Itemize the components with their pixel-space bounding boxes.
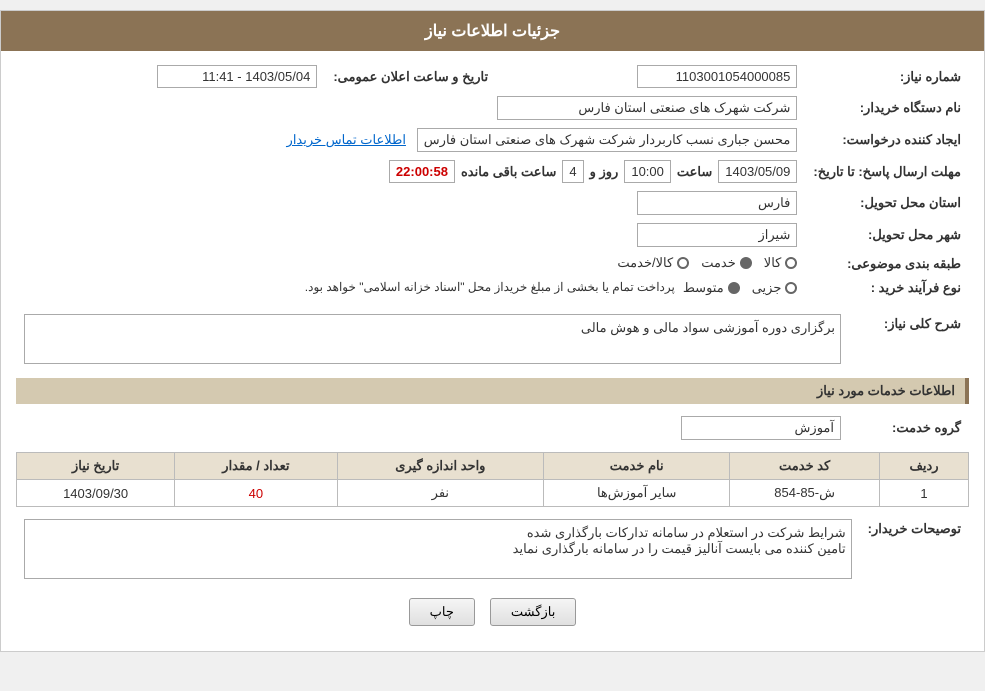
need-description-box: برگزاری دوره آموزشی سواد مالی و هوش مالی	[24, 314, 841, 364]
creator-box: محسن جباری نسب کاربردار شرکت شهرک های صن…	[417, 128, 798, 152]
province-label: استان محل تحویل:	[805, 187, 969, 219]
creator-link[interactable]: اطلاعات تماس خریدار	[287, 132, 406, 147]
cell-row-num: 1	[880, 480, 969, 507]
purchase-motavaset-item[interactable]: متوسط	[683, 280, 740, 296]
city-value: شیراز	[496, 219, 805, 251]
deadline-remaining-label: ساعت باقی مانده	[461, 164, 556, 180]
title-text: جزئیات اطلاعات نیاز	[425, 23, 560, 40]
services-table-header-row: ردیف کد خدمت نام خدمت واحد اندازه گیری ت…	[17, 453, 969, 480]
category-kala-label: کالا	[764, 255, 782, 271]
province-row: استان محل تحویل: فارس	[16, 187, 969, 219]
city-box: شیراز	[637, 223, 797, 247]
col-unit: واحد اندازه گیری	[337, 453, 544, 480]
category-khadamat-radio	[740, 257, 752, 269]
category-kala-item[interactable]: کالا	[764, 255, 798, 271]
buyer-notes-label: توصیحات خریدار:	[860, 515, 969, 583]
info-table: شماره نیاز: 1103001054000085 تاریخ و ساع…	[16, 61, 969, 300]
buyer-org-value: شرکت شهرک های صنعتی استان فارس	[16, 92, 805, 124]
deadline-days-label: روز و	[590, 164, 619, 180]
table-row: 1 ش-85-854 سایر آموزش‌ها نفر 40 1403/09/…	[17, 480, 969, 507]
cell-quantity: 40	[175, 480, 337, 507]
need-number-value: 1103001054000085	[496, 61, 805, 92]
cell-date: 1403/09/30	[17, 480, 175, 507]
service-group-box: آموزش	[681, 416, 841, 440]
buyer-notes-table: توصیحات خریدار: شرایط شرکت در استعلام در…	[16, 515, 969, 583]
service-group-label: گروه خدمت:	[849, 412, 969, 444]
deadline-time-label: ساعت	[677, 164, 712, 180]
announcement-date-box: 1403/05/04 - 11:41	[157, 65, 317, 88]
category-kala-khadamat-item[interactable]: کالا/خدمت	[617, 255, 689, 271]
province-box: فارس	[637, 191, 797, 215]
need-number-label: شماره نیاز:	[805, 61, 969, 92]
category-khadamat-label: خدمت	[701, 255, 736, 271]
buyer-notes-row: توصیحات خریدار: شرایط شرکت در استعلام در…	[16, 515, 969, 583]
purchase-note: پرداخت تمام یا بخشی از مبلغ خریداز محل "…	[305, 280, 675, 294]
purchase-type-label: نوع فرآیند خرید :	[805, 276, 969, 300]
announcement-date-label: تاریخ و ساعت اعلان عمومی:	[325, 61, 496, 92]
need-description-text: برگزاری دوره آموزشی سواد مالی و هوش مالی	[581, 320, 835, 335]
province-value: فارس	[496, 187, 805, 219]
announcement-date-value: 1403/05/04 - 11:41	[16, 61, 325, 92]
footer-buttons: بازگشت چاپ	[16, 583, 969, 641]
col-row-num: ردیف	[880, 453, 969, 480]
buyer-org-row: نام دستگاه خریدار: شرکت شهرک های صنعتی ا…	[16, 92, 969, 124]
purchase-jozii-item[interactable]: جزیی	[752, 280, 798, 296]
col-date: تاریخ نیاز	[17, 453, 175, 480]
city-row: شهر محل تحویل: شیراز	[16, 219, 969, 251]
purchase-motavaset-radio	[728, 282, 740, 294]
service-group-row: گروه خدمت: آموزش	[16, 412, 969, 444]
purchase-motavaset-label: متوسط	[683, 280, 724, 296]
creator-value: محسن جباری نسب کاربردار شرکت شهرک های صن…	[16, 124, 805, 156]
category-row: طبقه بندی موضوعی: کالا خدمت	[16, 251, 969, 276]
need-description-table: شرح کلی نیاز: برگزاری دوره آموزشی سواد م…	[16, 310, 969, 368]
category-label: طبقه بندی موضوعی:	[805, 251, 969, 276]
city-label: شهر محل تحویل:	[805, 219, 969, 251]
deadline-row: مهلت ارسال پاسخ: تا تاریخ: 1403/05/09 سا…	[16, 156, 969, 187]
col-quantity: تعداد / مقدار	[175, 453, 337, 480]
deadline-time-box: 10:00	[624, 160, 671, 183]
services-table-body: 1 ش-85-854 سایر آموزش‌ها نفر 40 1403/09/…	[17, 480, 969, 507]
need-number-row: شماره نیاز: 1103001054000085 تاریخ و ساع…	[16, 61, 969, 92]
deadline-days-box: 4	[562, 160, 583, 183]
service-group-table: گروه خدمت: آموزش	[16, 412, 969, 444]
purchase-jozii-radio	[785, 282, 797, 294]
services-table: ردیف کد خدمت نام خدمت واحد اندازه گیری ت…	[16, 452, 969, 507]
back-button[interactable]: بازگشت	[490, 598, 576, 626]
category-kala-radio	[785, 257, 797, 269]
buyer-notes-value: شرایط شرکت در استعلام در سامانه تدارکات …	[16, 515, 860, 583]
deadline-remaining-box: 22:00:58	[389, 160, 455, 183]
print-button[interactable]: چاپ	[409, 598, 475, 626]
deadline-date-box: 1403/05/09	[718, 160, 797, 183]
buyer-org-label: نام دستگاه خریدار:	[805, 92, 969, 124]
deadline-label: مهلت ارسال پاسخ: تا تاریخ:	[805, 156, 969, 187]
purchase-type-options: جزیی متوسط پرداخت تمام یا بخشی از مبلغ خ…	[16, 276, 805, 300]
cell-unit: نفر	[337, 480, 544, 507]
service-group-value: آموزش	[16, 412, 849, 444]
services-table-header: ردیف کد خدمت نام خدمت واحد اندازه گیری ت…	[17, 453, 969, 480]
content-area: شماره نیاز: 1103001054000085 تاریخ و ساع…	[1, 51, 984, 651]
creator-label: ایجاد کننده درخواست:	[805, 124, 969, 156]
main-container: جزئیات اطلاعات نیاز شماره نیاز: 11030010…	[0, 10, 985, 652]
cell-service-name: سایر آموزش‌ها	[544, 480, 730, 507]
need-description-label: شرح کلی نیاز:	[849, 310, 969, 368]
buyer-org-box: شرکت شهرک های صنعتی استان فارس	[497, 96, 797, 120]
category-khadamat-item[interactable]: خدمت	[701, 255, 752, 271]
purchase-jozii-label: جزیی	[752, 280, 782, 296]
col-service-code: کد خدمت	[730, 453, 880, 480]
cell-service-code: ش-85-854	[730, 480, 880, 507]
purchase-type-row: نوع فرآیند خرید : جزیی متوسط	[16, 276, 969, 300]
col-service-name: نام خدمت	[544, 453, 730, 480]
page-title: جزئیات اطلاعات نیاز	[1, 11, 984, 51]
category-options: کالا خدمت کالا/خدمت	[16, 251, 805, 276]
category-kala-khadamat-label: کالا/خدمت	[617, 255, 673, 271]
creator-row: ایجاد کننده درخواست: محسن جباری نسب کارب…	[16, 124, 969, 156]
buyer-notes-box: شرایط شرکت در استعلام در سامانه تدارکات …	[24, 519, 852, 579]
need-description-value: برگزاری دوره آموزشی سواد مالی و هوش مالی	[16, 310, 849, 368]
deadline-value: 1403/05/09 ساعت 10:00 روز و 4 ساعت باقی …	[16, 156, 805, 187]
category-kala-khadamat-radio	[677, 257, 689, 269]
services-section-title: اطلاعات خدمات مورد نیاز	[16, 378, 969, 404]
need-number-box: 1103001054000085	[637, 65, 797, 88]
need-description-row: شرح کلی نیاز: برگزاری دوره آموزشی سواد م…	[16, 310, 969, 368]
